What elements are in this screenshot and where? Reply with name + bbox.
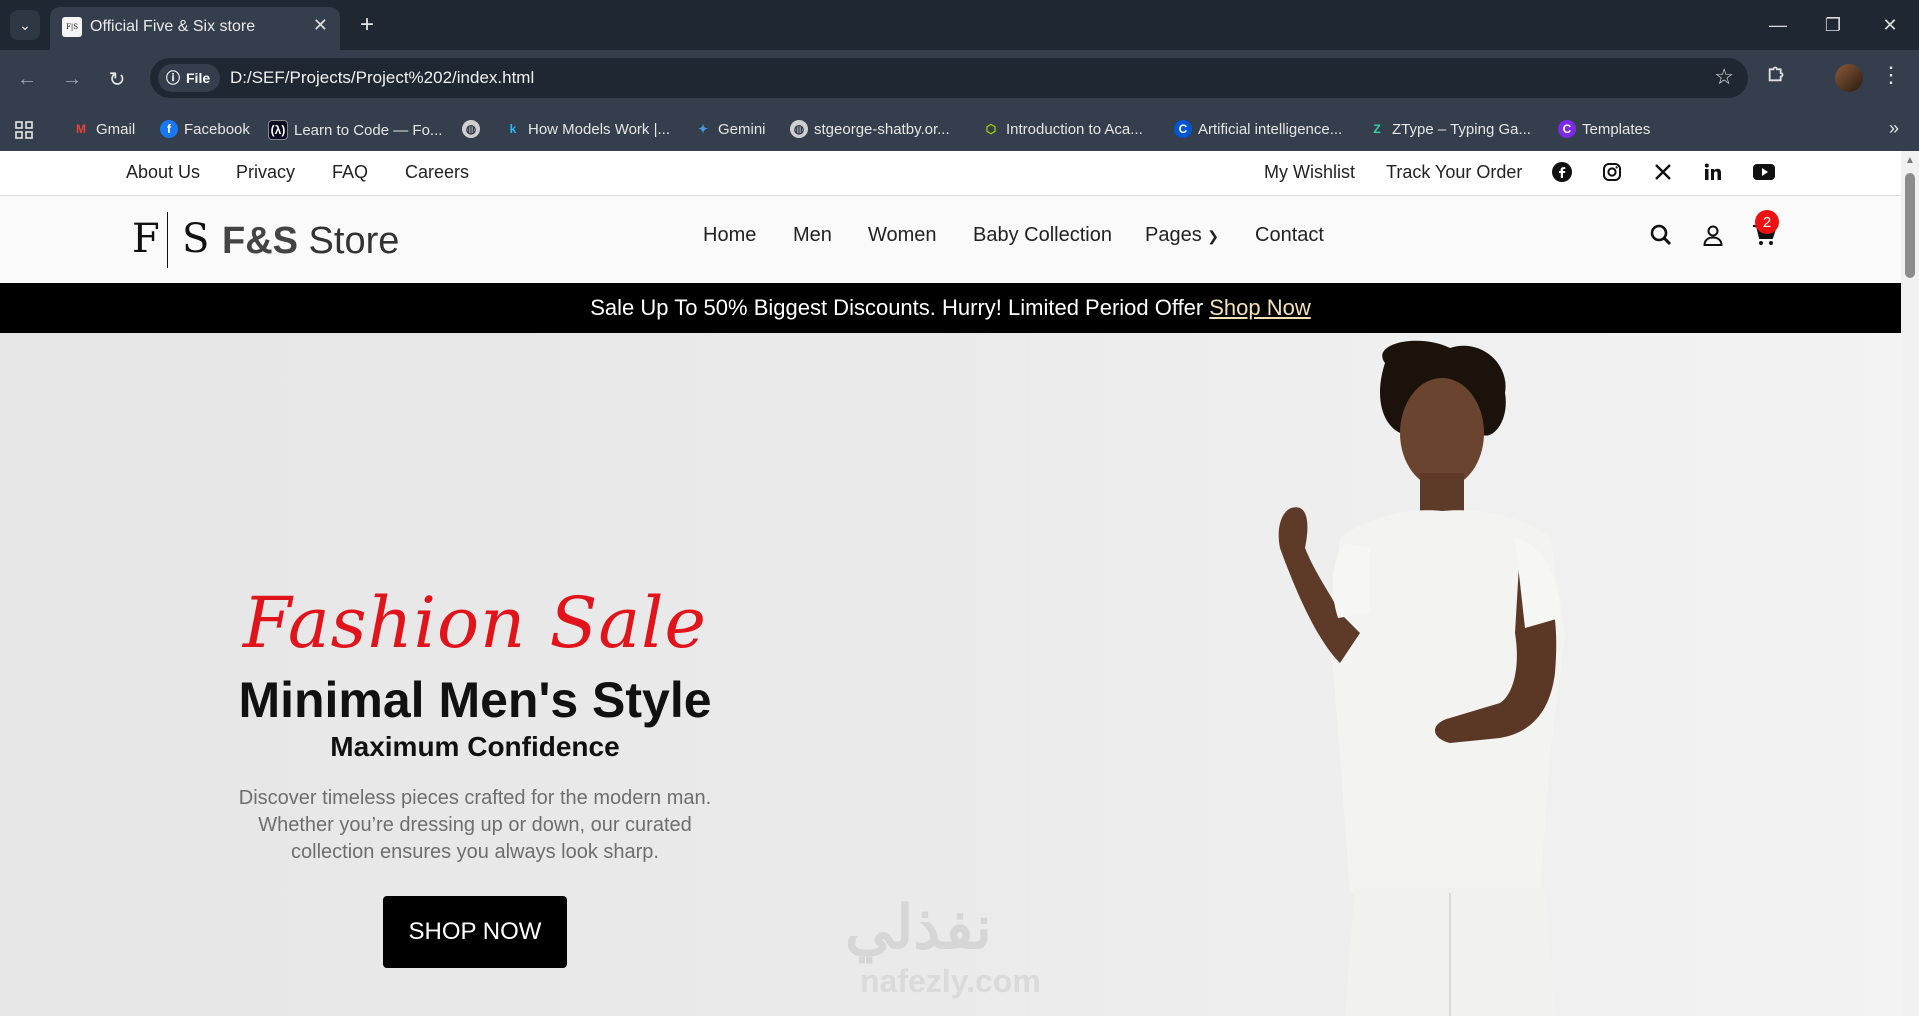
info-icon: ⓘ [166, 70, 180, 86]
hero-section: نفذلي nafezly.com Fashion Sale Minimal M… [0, 333, 1901, 1016]
watermark-arabic: نفذلي [845, 894, 992, 961]
facebook-icon[interactable] [1551, 161, 1573, 183]
user-icon[interactable] [1700, 222, 1726, 248]
forward-button[interactable]: → [57, 64, 87, 94]
globe-icon: ◍ [790, 120, 808, 138]
shop-now-button[interactable]: SHOP NOW [382, 896, 568, 968]
x-icon[interactable] [1652, 161, 1674, 183]
site-info-chip[interactable]: ⓘ File [158, 64, 221, 92]
careers-link[interactable]: Careers [405, 162, 469, 183]
extensions-icon[interactable] [1766, 62, 1788, 90]
bookmarks-bar: M Gmail f Facebook (λ) Learn to Code — Fo..… [0, 108, 1919, 151]
linkedin-icon[interactable] [1702, 161, 1724, 183]
bookmark-intro-aca[interactable]: ⬡ Introduction to Aca... [982, 120, 1143, 138]
promo-shop-now-link[interactable]: Shop Now [1209, 295, 1311, 321]
faq-link[interactable]: FAQ [332, 162, 368, 183]
coursera-icon: C [1174, 120, 1192, 138]
gemini-icon: ✦ [697, 122, 709, 136]
promo-text: Sale Up To 50% Biggest Discounts. Hurry!… [590, 295, 1204, 320]
hero-title: Minimal Men's Style [238, 672, 712, 728]
bookmark-kaggle[interactable]: k How Models Work |... [504, 120, 670, 138]
bookmark-facebook[interactable]: f Facebook [160, 120, 250, 138]
globe-icon: ◍ [462, 120, 480, 138]
bookmark-ztype[interactable]: Z ZType – Typing Ga... [1368, 120, 1531, 138]
freecodecamp-icon: (λ) [268, 120, 288, 140]
browser-tabbar: ⌄ F|S Official Five & Six store ✕ + — ❐ … [0, 0, 1919, 50]
browser-menu-icon[interactable]: ⋮ [1880, 62, 1902, 88]
nav-home[interactable]: Home [703, 224, 756, 247]
cart-count-badge: 2 [1755, 210, 1779, 234]
tab-title: Official Five & Six store [90, 18, 256, 35]
youtube-icon[interactable] [1753, 161, 1775, 183]
bookmark-gemini[interactable]: ✦ Gemini [694, 120, 766, 138]
tab-search-button[interactable]: ⌄ [10, 10, 40, 40]
minimize-button[interactable]: — [1758, 10, 1798, 40]
page-viewport: About Us Privacy FAQ Careers My Wishlist… [0, 151, 1901, 1016]
logo-mark: F S [130, 208, 210, 272]
nav-baby-collection[interactable]: Baby Collection [973, 224, 1112, 247]
new-tab-button[interactable]: + [352, 10, 382, 40]
bookmark-stgeorge[interactable]: ◍ stgeorge-shatby.or... [790, 120, 950, 138]
hero-subtitle: Maximum Confidence [330, 731, 620, 762]
chevron-down-icon: ❯ [1207, 228, 1220, 244]
url-text[interactable]: D:/SEF/Projects/Project%202/index.html [230, 68, 534, 88]
bookmark-coursera[interactable]: C Artificial intelligence... [1174, 120, 1342, 138]
promo-banner: Sale Up To 50% Biggest Discounts. Hurry!… [0, 283, 1901, 333]
bookmark-templates[interactable]: C Templates [1558, 120, 1650, 138]
instagram-icon[interactable] [1601, 161, 1623, 183]
logo-text: F&S Store [222, 220, 400, 262]
facebook-icon: f [160, 120, 178, 138]
profile-avatar[interactable] [1835, 64, 1863, 92]
scrollbar-thumb[interactable] [1905, 173, 1915, 278]
apps-icon[interactable] [14, 120, 34, 140]
about-us-link[interactable]: About Us [126, 162, 200, 183]
search-icon[interactable] [1648, 222, 1674, 248]
track-order-link[interactable]: Track Your Order [1386, 162, 1522, 183]
privacy-link[interactable]: Privacy [236, 162, 295, 183]
gmail-icon: M [76, 122, 86, 136]
back-button[interactable]: ← [12, 64, 42, 94]
window-close-button[interactable]: ✕ [1870, 10, 1910, 40]
nav-contact[interactable]: Contact [1255, 224, 1324, 247]
browser-tab[interactable]: F|S Official Five & Six store ✕ [50, 7, 340, 50]
more-bookmarks-icon[interactable]: » [1889, 118, 1899, 139]
canva-icon: C [1558, 120, 1576, 138]
bookmark-star-icon[interactable]: ☆ [1714, 64, 1734, 90]
hero-description: Discover timeless pieces crafted for the… [238, 787, 712, 863]
scroll-up-icon[interactable]: ▲ [1905, 155, 1915, 166]
nav-women[interactable]: Women [868, 224, 937, 247]
bookmark-globe[interactable]: ◍ [462, 120, 480, 138]
watermark-domain: nafezly.com [860, 963, 1041, 999]
cube-icon: ⬡ [985, 122, 997, 136]
browser-toolbar: ← → ↻ ⓘ File D:/SEF/Projects/Project%202… [0, 50, 1919, 108]
main-header: F S F&S Store Home Men Women Baby Collec… [0, 196, 1901, 283]
kaggle-icon: k [509, 122, 517, 136]
reload-button[interactable]: ↻ [102, 64, 132, 94]
store-logo[interactable]: F S F&S Store [130, 208, 399, 272]
tab-close-icon[interactable]: ✕ [313, 15, 328, 36]
nav-men[interactable]: Men [793, 224, 832, 247]
hero-script-title: Fashion Sale [243, 582, 707, 664]
restore-button[interactable]: ❐ [1813, 10, 1853, 40]
hero-model-image [1278, 340, 1565, 1016]
top-info-bar: About Us Privacy FAQ Careers My Wishlist… [0, 151, 1901, 196]
tab-favicon: F|S [62, 17, 82, 37]
hero-copy: Fashion Sale Minimal Men's Style Maximum… [200, 583, 750, 968]
wishlist-link[interactable]: My Wishlist [1264, 162, 1355, 183]
bookmark-freecodecamp[interactable]: (λ) Learn to Code — Fo... [268, 120, 442, 140]
page-scrollbar[interactable]: ▲ [1901, 151, 1919, 1016]
bookmark-gmail[interactable]: M Gmail [72, 120, 135, 138]
ztype-icon: Z [1373, 122, 1381, 136]
nav-pages[interactable]: Pages ❯ [1145, 224, 1219, 247]
address-bar[interactable]: ⓘ File D:/SEF/Projects/Project%202/index… [150, 58, 1748, 98]
